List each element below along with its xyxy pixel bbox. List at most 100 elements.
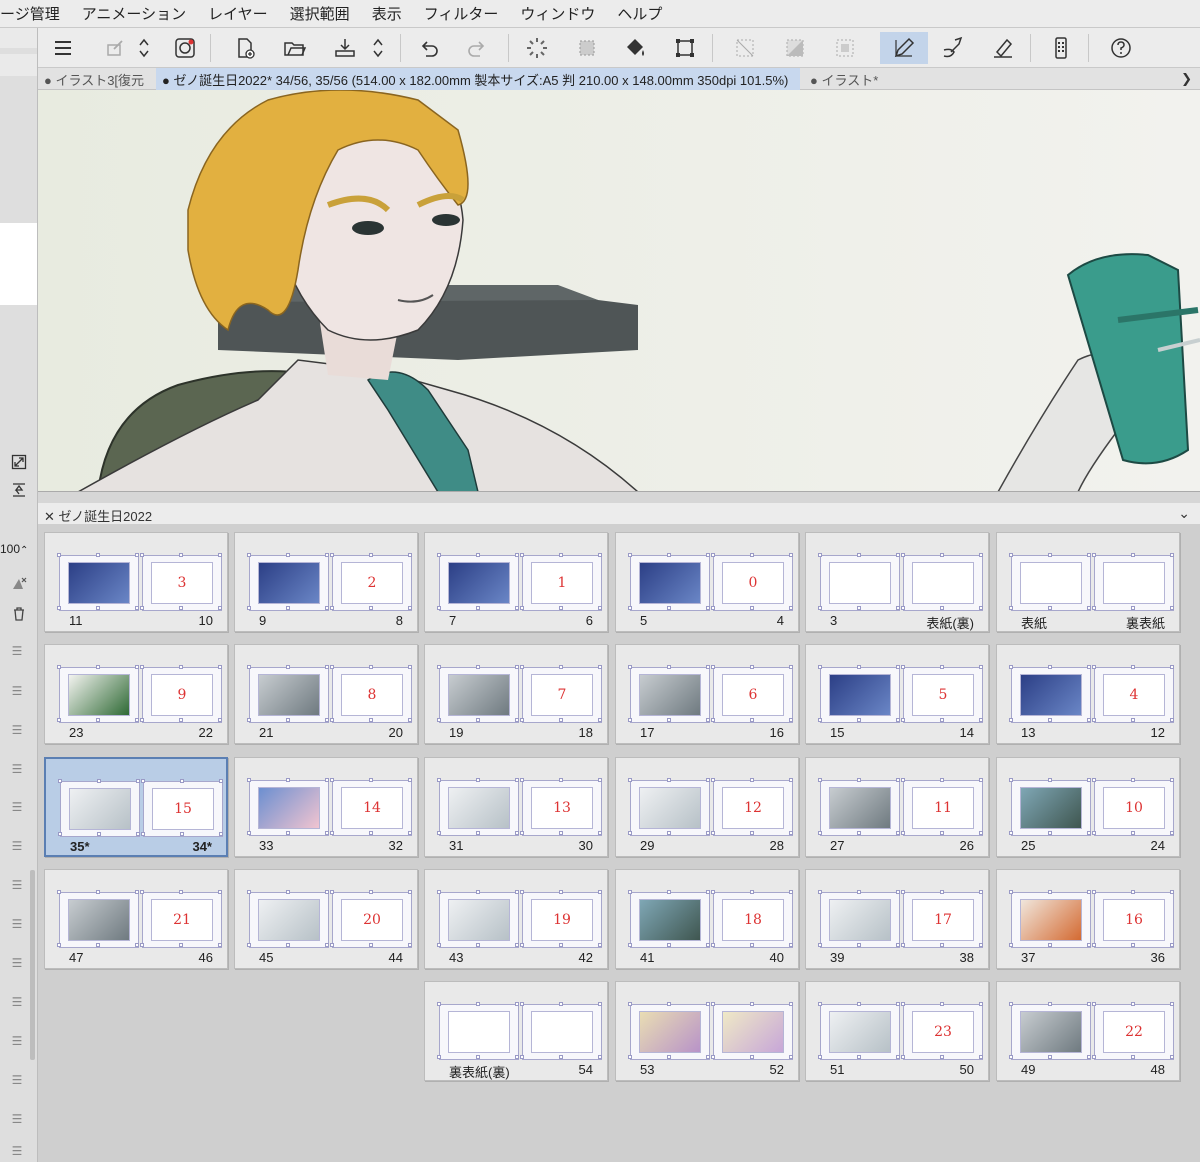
page-spread[interactable]: 2 9 8: [234, 532, 418, 632]
drag-handle-icon[interactable]: ☰: [10, 723, 24, 737]
page-spread[interactable]: 9 23 22: [44, 644, 228, 744]
page-spread[interactable]: 53 52: [615, 981, 799, 1081]
page-thumbnail-left[interactable]: [818, 778, 900, 836]
page-spread[interactable]: 17 39 38: [805, 869, 989, 969]
drag-handle-icon[interactable]: ☰: [10, 878, 24, 892]
page-thumbnail-right[interactable]: 1: [520, 553, 602, 611]
menu-selection[interactable]: 選択範囲: [290, 3, 350, 24]
drag-handle-icon[interactable]: ☰: [10, 839, 24, 853]
page-thumbnail-right[interactable]: [901, 553, 983, 611]
chevron-down-icon[interactable]: ⌄: [1178, 505, 1190, 522]
page-spread[interactable]: 21 47 46: [44, 869, 228, 969]
page-thumbnail-right[interactable]: 16: [1092, 890, 1174, 948]
menu-filter[interactable]: フィルター: [424, 3, 499, 24]
page-thumbnail-left[interactable]: [1009, 1002, 1091, 1060]
page-thumbnail-right[interactable]: 5: [901, 665, 983, 723]
save-icon[interactable]: [328, 32, 362, 64]
drag-handle-icon[interactable]: ☰: [10, 1073, 24, 1087]
page-thumbnail-left[interactable]: [247, 890, 329, 948]
page-thumbnail-right[interactable]: 2: [330, 553, 412, 611]
page-spread[interactable]: 16 37 36: [996, 869, 1180, 969]
page-thumbnail-left[interactable]: [628, 1002, 710, 1060]
new-file-icon[interactable]: [228, 32, 262, 64]
page-spread[interactable]: 0 5 4: [615, 532, 799, 632]
page-thumbnail-right[interactable]: 8: [330, 665, 412, 723]
page-thumbnail-right[interactable]: 15: [141, 779, 223, 837]
page-thumbnail-left[interactable]: [437, 890, 519, 948]
canvas-view[interactable]: [38, 90, 1200, 492]
page-thumbnail-right[interactable]: 14: [330, 778, 412, 836]
page-thumbnail-right[interactable]: 18: [711, 890, 793, 948]
page-spread[interactable]: 3 11 10: [44, 532, 228, 632]
page-spread[interactable]: 13 31 30: [424, 757, 608, 857]
drag-handle-icon[interactable]: ☰: [10, 644, 24, 658]
menu-help[interactable]: ヘルプ: [617, 3, 662, 24]
eraser-tool-icon[interactable]: [986, 32, 1020, 64]
drag-handle-icon[interactable]: ☰: [10, 762, 24, 776]
page-spread[interactable]: 23 51 50: [805, 981, 989, 1081]
page-thumbnail-right[interactable]: 17: [901, 890, 983, 948]
drag-handle-icon[interactable]: ☰: [10, 1034, 24, 1048]
stepper-icon[interactable]: [134, 32, 154, 64]
page-thumbnail-left[interactable]: [818, 665, 900, 723]
page-thumbnail-right[interactable]: 23: [901, 1002, 983, 1060]
close-icon[interactable]: ✕: [44, 509, 55, 524]
drag-handle-icon[interactable]: ☰: [10, 1144, 24, 1158]
page-spread[interactable]: 6 17 16: [615, 644, 799, 744]
page-thumbnail-left[interactable]: [628, 778, 710, 836]
page-spread[interactable]: 7 19 18: [424, 644, 608, 744]
stepper-icon[interactable]: [368, 32, 388, 64]
page-spread[interactable]: 11 27 26: [805, 757, 989, 857]
drag-handle-icon[interactable]: ☰: [10, 995, 24, 1009]
page-thumbnail-left[interactable]: [247, 553, 329, 611]
page-thumbnail-left[interactable]: [818, 553, 900, 611]
page-thumbnail-right[interactable]: 10: [1092, 778, 1174, 836]
page-spread[interactable]: 8 21 20: [234, 644, 418, 744]
page-thumbnail-right[interactable]: 11: [901, 778, 983, 836]
help-icon[interactable]: [1104, 32, 1138, 64]
open-folder-icon[interactable]: [278, 32, 312, 64]
page-thumbnail-left[interactable]: [57, 665, 139, 723]
page-thumbnail-right[interactable]: 20: [330, 890, 412, 948]
page-thumbnail-left[interactable]: [57, 890, 139, 948]
drag-handle-icon[interactable]: ☰: [10, 956, 24, 970]
page-thumbnail-right[interactable]: 6: [711, 665, 793, 723]
drag-handle-icon[interactable]: ☰: [10, 1112, 24, 1126]
page-thumbnail-right[interactable]: [711, 1002, 793, 1060]
fit-height-icon[interactable]: [9, 480, 29, 500]
disable-icon[interactable]: [9, 574, 29, 594]
cloud-sync-icon[interactable]: [98, 32, 132, 64]
page-spread[interactable]: 14 33 32: [234, 757, 418, 857]
tab-overflow-icon[interactable]: ❯: [1181, 71, 1192, 87]
menu-layer[interactable]: レイヤー: [208, 3, 268, 24]
page-thumbnail-left[interactable]: [1009, 890, 1091, 948]
page-thumbnail-right[interactable]: 4: [1092, 665, 1174, 723]
page-thumbnail-left[interactable]: [628, 553, 710, 611]
page-thumbnail-right[interactable]: 19: [520, 890, 602, 948]
page-thumbnail-left[interactable]: [818, 890, 900, 948]
menu-window[interactable]: ウィンドウ: [520, 3, 595, 24]
page-spread[interactable]: 4 13 12: [996, 644, 1180, 744]
brush-tool-icon[interactable]: [936, 32, 970, 64]
page-thumbnail-right[interactable]: 12: [711, 778, 793, 836]
deselect-icon[interactable]: [728, 32, 762, 64]
page-thumbnail-right[interactable]: [520, 1002, 602, 1060]
page-spread[interactable]: 10 25 24: [996, 757, 1180, 857]
redo-icon[interactable]: [460, 32, 494, 64]
page-thumbnail-right[interactable]: 3: [140, 553, 222, 611]
zoom-stepper-icon[interactable]: ⌃: [20, 545, 28, 556]
page-thumbnail-left[interactable]: [1009, 665, 1091, 723]
menu-icon[interactable]: [46, 32, 80, 64]
page-spread[interactable]: 20 45 44: [234, 869, 418, 969]
page-thumbnail-left[interactable]: [437, 665, 519, 723]
transform-selection-icon[interactable]: [570, 32, 604, 64]
page-thumbnail-right[interactable]: [1092, 553, 1174, 611]
tab-xeno-birthday[interactable]: ● ゼノ誕生日2022* 34/56, 35/56 (514.00 x 182.…: [156, 68, 800, 90]
drag-handle-icon[interactable]: ☰: [10, 684, 24, 698]
page-thumbnail-left[interactable]: [628, 890, 710, 948]
page-thumbnail-left[interactable]: [247, 665, 329, 723]
page-spread[interactable]: 19 43 42: [424, 869, 608, 969]
page-thumbnail-left[interactable]: [1009, 778, 1091, 836]
page-thumbnail-right[interactable]: 13: [520, 778, 602, 836]
expand-selection-icon[interactable]: [828, 32, 862, 64]
